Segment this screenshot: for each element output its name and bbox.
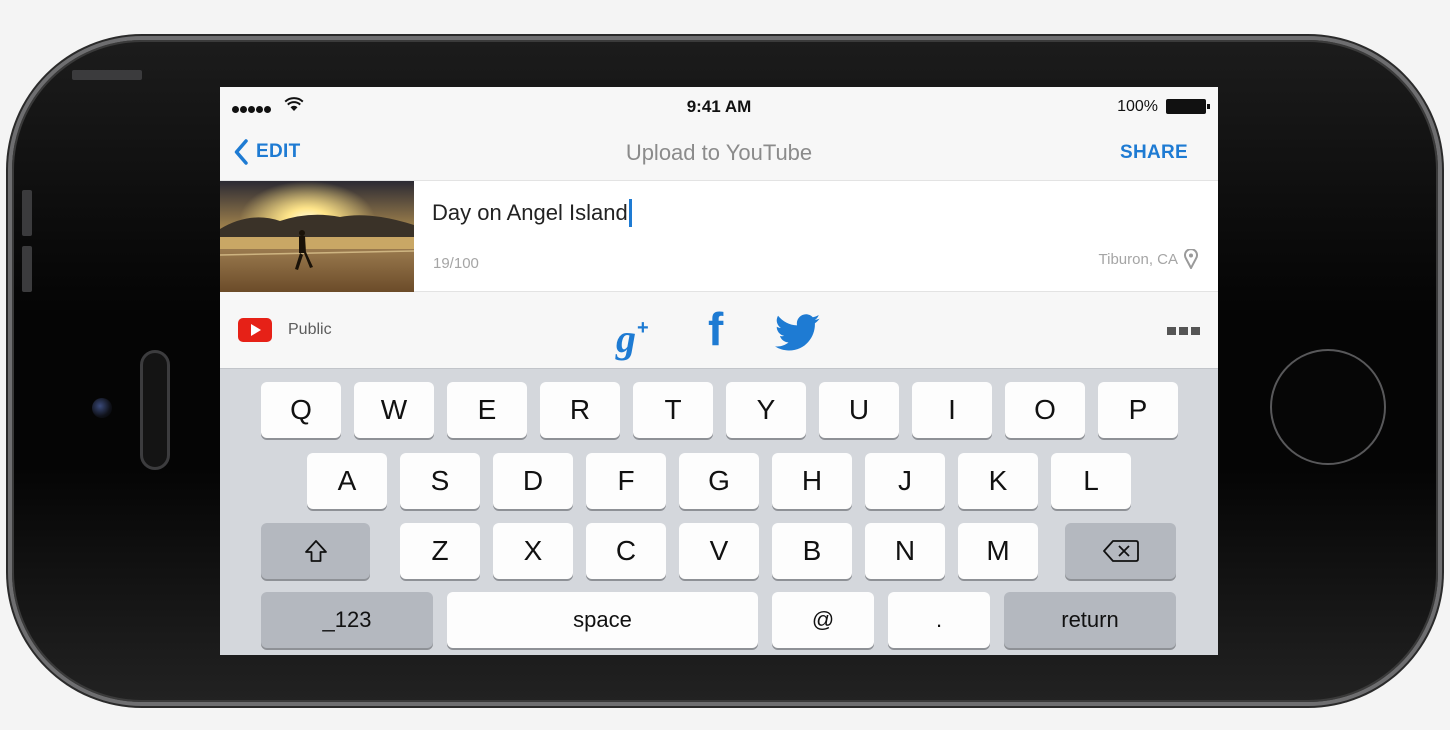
google-plus-icon[interactable]: g+ (616, 308, 649, 359)
space-key[interactable]: space (447, 592, 758, 648)
youtube-icon (238, 318, 272, 342)
video-title-input[interactable]: Day on Angel Island (432, 199, 632, 227)
key-y[interactable]: Y (726, 382, 806, 438)
google-plus-letter: g (616, 316, 636, 361)
location-pin-icon (1184, 249, 1198, 269)
key-f[interactable]: F (586, 453, 666, 509)
onscreen-keyboard: QWERTYUIOPASDFGHJKLZXCVBNM _123 space @ … (220, 368, 1218, 655)
key-t[interactable]: T (633, 382, 713, 438)
back-chevron-icon (234, 139, 248, 165)
key-m[interactable]: M (958, 523, 1038, 579)
key-n[interactable]: N (865, 523, 945, 579)
shift-key[interactable] (261, 523, 370, 579)
backspace-key[interactable] (1065, 523, 1176, 579)
navigation-bar: EDIT Upload to YouTube SHARE (220, 125, 1218, 180)
numbers-key[interactable]: _123 (261, 592, 433, 648)
video-title-text: Day on Angel Island (432, 200, 628, 225)
battery-percent: 100% (1117, 98, 1158, 115)
home-button[interactable] (1270, 349, 1386, 465)
key-s[interactable]: S (400, 453, 480, 509)
key-i[interactable]: I (912, 382, 992, 438)
key-v[interactable]: V (679, 523, 759, 579)
key-h[interactable]: H (772, 453, 852, 509)
google-plus-sign: + (637, 317, 649, 339)
location-label: Tiburon, CA (1098, 250, 1178, 268)
volume-down-button (22, 246, 32, 292)
backspace-icon (1102, 540, 1139, 562)
at-key[interactable]: @ (772, 592, 874, 648)
more-icon[interactable] (1164, 327, 1200, 335)
key-r[interactable]: R (540, 382, 620, 438)
key-d[interactable]: D (493, 453, 573, 509)
return-key[interactable]: return (1004, 592, 1176, 648)
character-count: 19/100 (433, 255, 479, 272)
shift-icon (304, 540, 327, 562)
video-thumbnail[interactable] (220, 181, 414, 293)
text-caret (628, 199, 632, 227)
period-key[interactable]: . (888, 592, 990, 648)
key-b[interactable]: B (772, 523, 852, 579)
key-k[interactable]: K (958, 453, 1038, 509)
edit-back-button[interactable]: EDIT (234, 137, 300, 167)
key-j[interactable]: J (865, 453, 945, 509)
page-title: Upload to YouTube (625, 140, 813, 165)
key-l[interactable]: L (1051, 453, 1131, 509)
battery-icon (1166, 99, 1210, 114)
location-button[interactable]: Tiburon, CA (1099, 249, 1198, 269)
earpiece-speaker (140, 350, 170, 470)
key-p[interactable]: P (1098, 382, 1178, 438)
power-button (72, 70, 142, 80)
share-button[interactable]: SHARE (1120, 142, 1188, 164)
key-z[interactable]: Z (400, 523, 480, 579)
twitter-icon[interactable] (775, 314, 821, 352)
key-c[interactable]: C (586, 523, 666, 579)
key-u[interactable]: U (819, 382, 899, 438)
volume-up-button (22, 190, 32, 236)
key-a[interactable]: A (307, 453, 387, 509)
key-q[interactable]: Q (261, 382, 341, 438)
key-x[interactable]: X (493, 523, 573, 579)
app-screen: 9:41 AM 100% EDIT Upload to YouTube SHAR… (220, 87, 1218, 655)
edit-back-label: EDIT (256, 141, 301, 162)
key-e[interactable]: E (447, 382, 527, 438)
key-w[interactable]: W (354, 382, 434, 438)
video-info-row: Day on Angel Island 19/100 Tiburon, CA (220, 180, 1218, 293)
key-g[interactable]: G (679, 453, 759, 509)
privacy-setting-button[interactable]: Public (288, 321, 332, 339)
key-o[interactable]: O (1005, 382, 1085, 438)
share-options-row: Public g+ f (220, 292, 1218, 368)
status-bar: 9:41 AM 100% (220, 87, 1218, 125)
facebook-icon[interactable]: f (708, 306, 723, 352)
status-time: 9:41 AM (686, 97, 752, 116)
front-camera (92, 398, 112, 418)
